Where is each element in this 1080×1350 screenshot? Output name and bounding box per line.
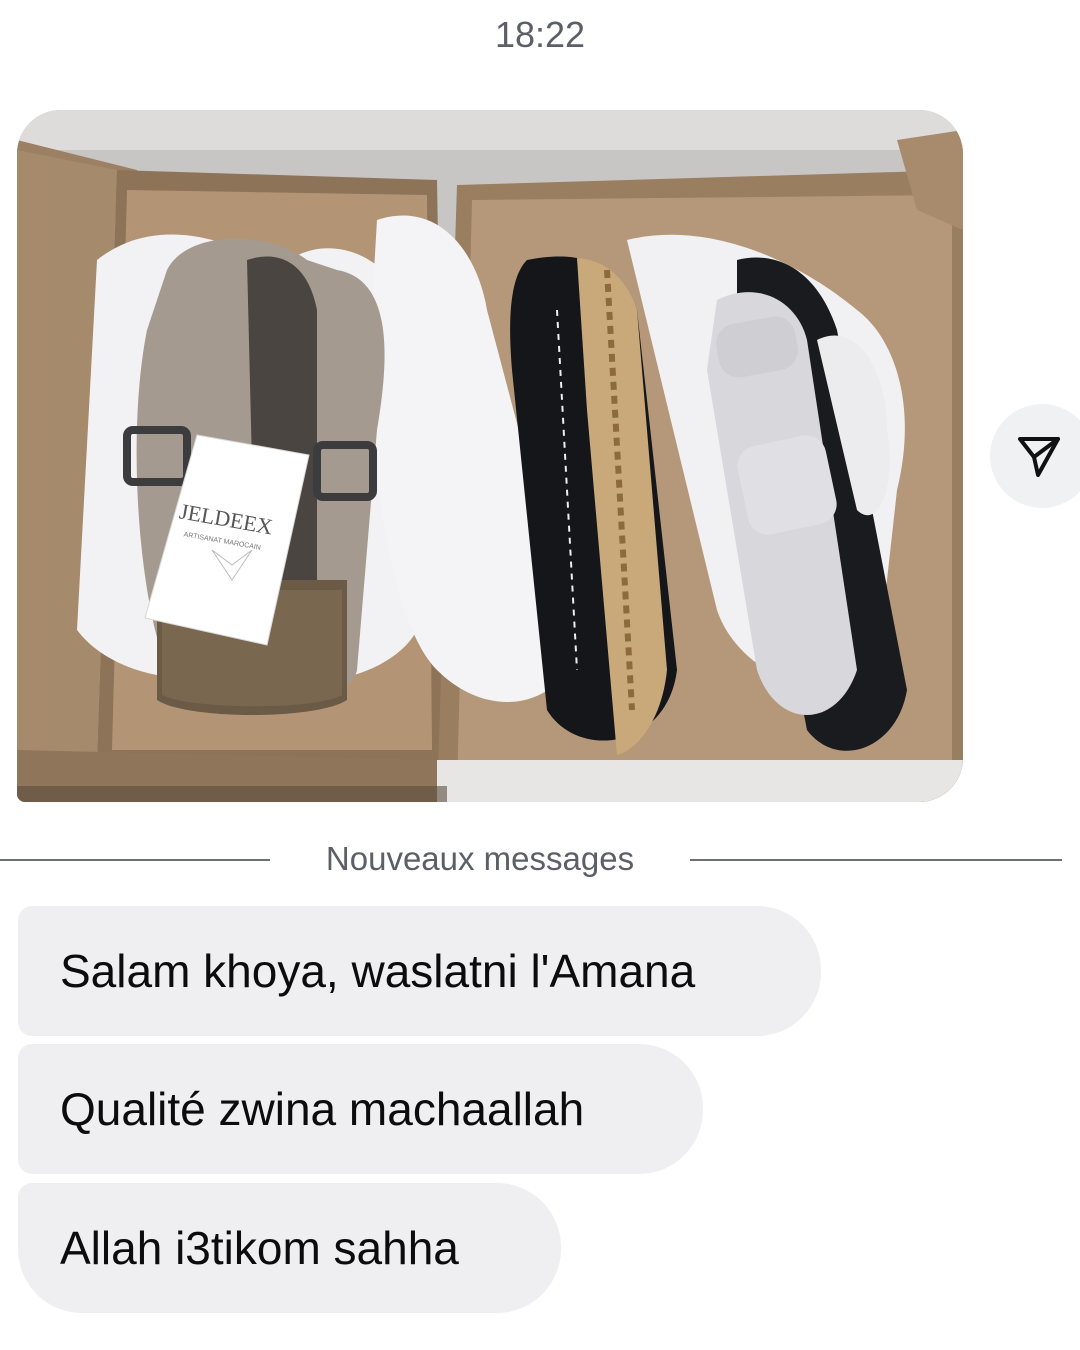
share-button[interactable]	[990, 404, 1080, 508]
timestamp: 18:22	[494, 14, 586, 55]
send-paper-plane-icon	[1018, 437, 1060, 477]
message-text: Qualité zwina machaallah	[60, 1083, 585, 1135]
message-text: Allah i3tikom sahha	[60, 1222, 459, 1274]
divider-line-left	[0, 859, 270, 861]
message-bubble[interactable]: Qualité zwina machaallah	[18, 1044, 703, 1174]
divider-line-right	[690, 859, 1062, 861]
photo-message[interactable]: JELDEEX ARTISANAT MAROCAIN	[17, 110, 963, 802]
message-text: Salam khoya, waslatni l'Amana	[60, 945, 696, 997]
divider-label: Nouveaux messages	[325, 840, 635, 877]
new-messages-divider: Nouveaux messages	[0, 838, 1080, 882]
message-bubble[interactable]: Allah i3tikom sahha	[18, 1183, 561, 1313]
message-bubble[interactable]: Salam khoya, waslatni l'Amana	[18, 906, 821, 1036]
